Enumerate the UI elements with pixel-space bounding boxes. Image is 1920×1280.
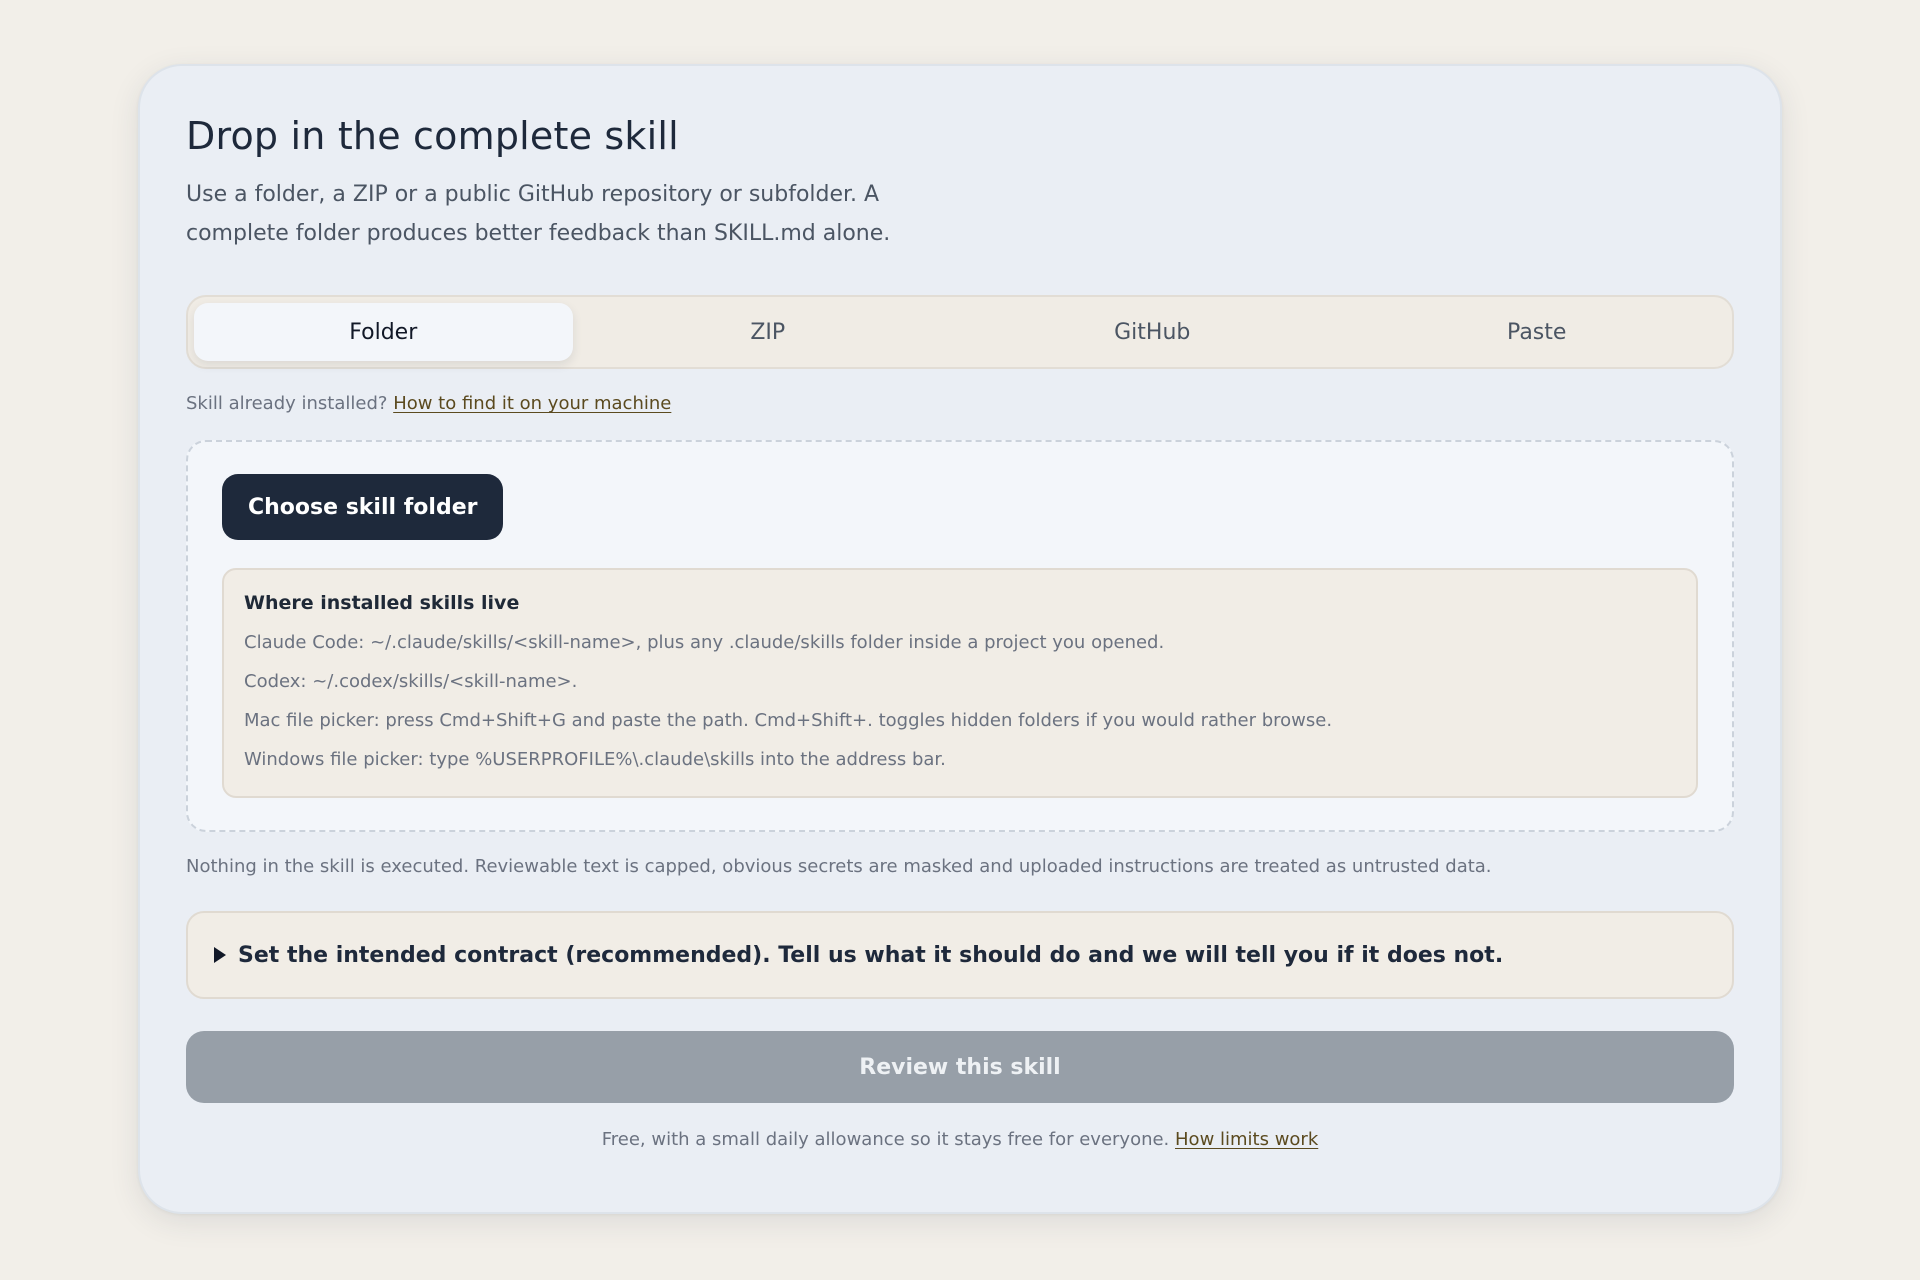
footer-text: Free, with a small daily allowance so it… <box>601 1129 1170 1151</box>
disclosure-triangle-icon <box>214 947 226 964</box>
installed-hint-text: Skill already installed? <box>186 393 388 415</box>
tab-folder[interactable]: Folder <box>194 303 573 362</box>
review-skill-button[interactable]: Review this skill <box>186 1031 1734 1104</box>
page-title: Drop in the complete skill <box>186 114 679 158</box>
tab-paste[interactable]: Paste <box>1348 303 1727 361</box>
tab-zip[interactable]: ZIP <box>579 303 958 361</box>
folder-dropzone[interactable]: Choose skill folder Where installed skil… <box>186 440 1734 833</box>
info-line-mac: Mac file picker: press Cmd+Shift+G and p… <box>244 710 1333 732</box>
info-line-windows: Windows file picker: type %USERPROFILE%\… <box>244 749 946 771</box>
info-line-codex: Codex: ~/.codex/skills/<skill-name>. <box>244 671 578 693</box>
info-title: Where installed skills live <box>244 592 520 615</box>
footer-note: Free, with a small daily allowance so it… <box>186 1129 1734 1150</box>
info-line-claude-code: Claude Code: ~/.claude/skills/<skill-nam… <box>244 632 1165 654</box>
tab-github[interactable]: GitHub <box>963 303 1342 361</box>
contract-disclosure[interactable]: Set the intended contract (recommended).… <box>186 911 1734 1000</box>
choose-skill-folder-button[interactable]: Choose skill folder <box>222 474 504 541</box>
installed-hint: Skill already installed? How to find it … <box>186 393 1734 414</box>
safety-note: Nothing in the skill is executed. Review… <box>186 856 1492 878</box>
page-subtitle: Use a folder, a ZIP or a public GitHub r… <box>186 182 891 247</box>
installed-skills-info: Where installed skills live Claude Code:… <box>222 568 1698 799</box>
upload-card: Drop in the complete skill Use a folder,… <box>138 64 1782 1214</box>
find-skill-link[interactable]: How to find it on your machine <box>393 393 671 414</box>
source-tabs: Folder ZIP GitHub Paste <box>186 295 1734 370</box>
how-limits-work-link[interactable]: How limits work <box>1175 1129 1318 1150</box>
contract-label: Set the intended contract (recommended).… <box>238 942 1504 968</box>
